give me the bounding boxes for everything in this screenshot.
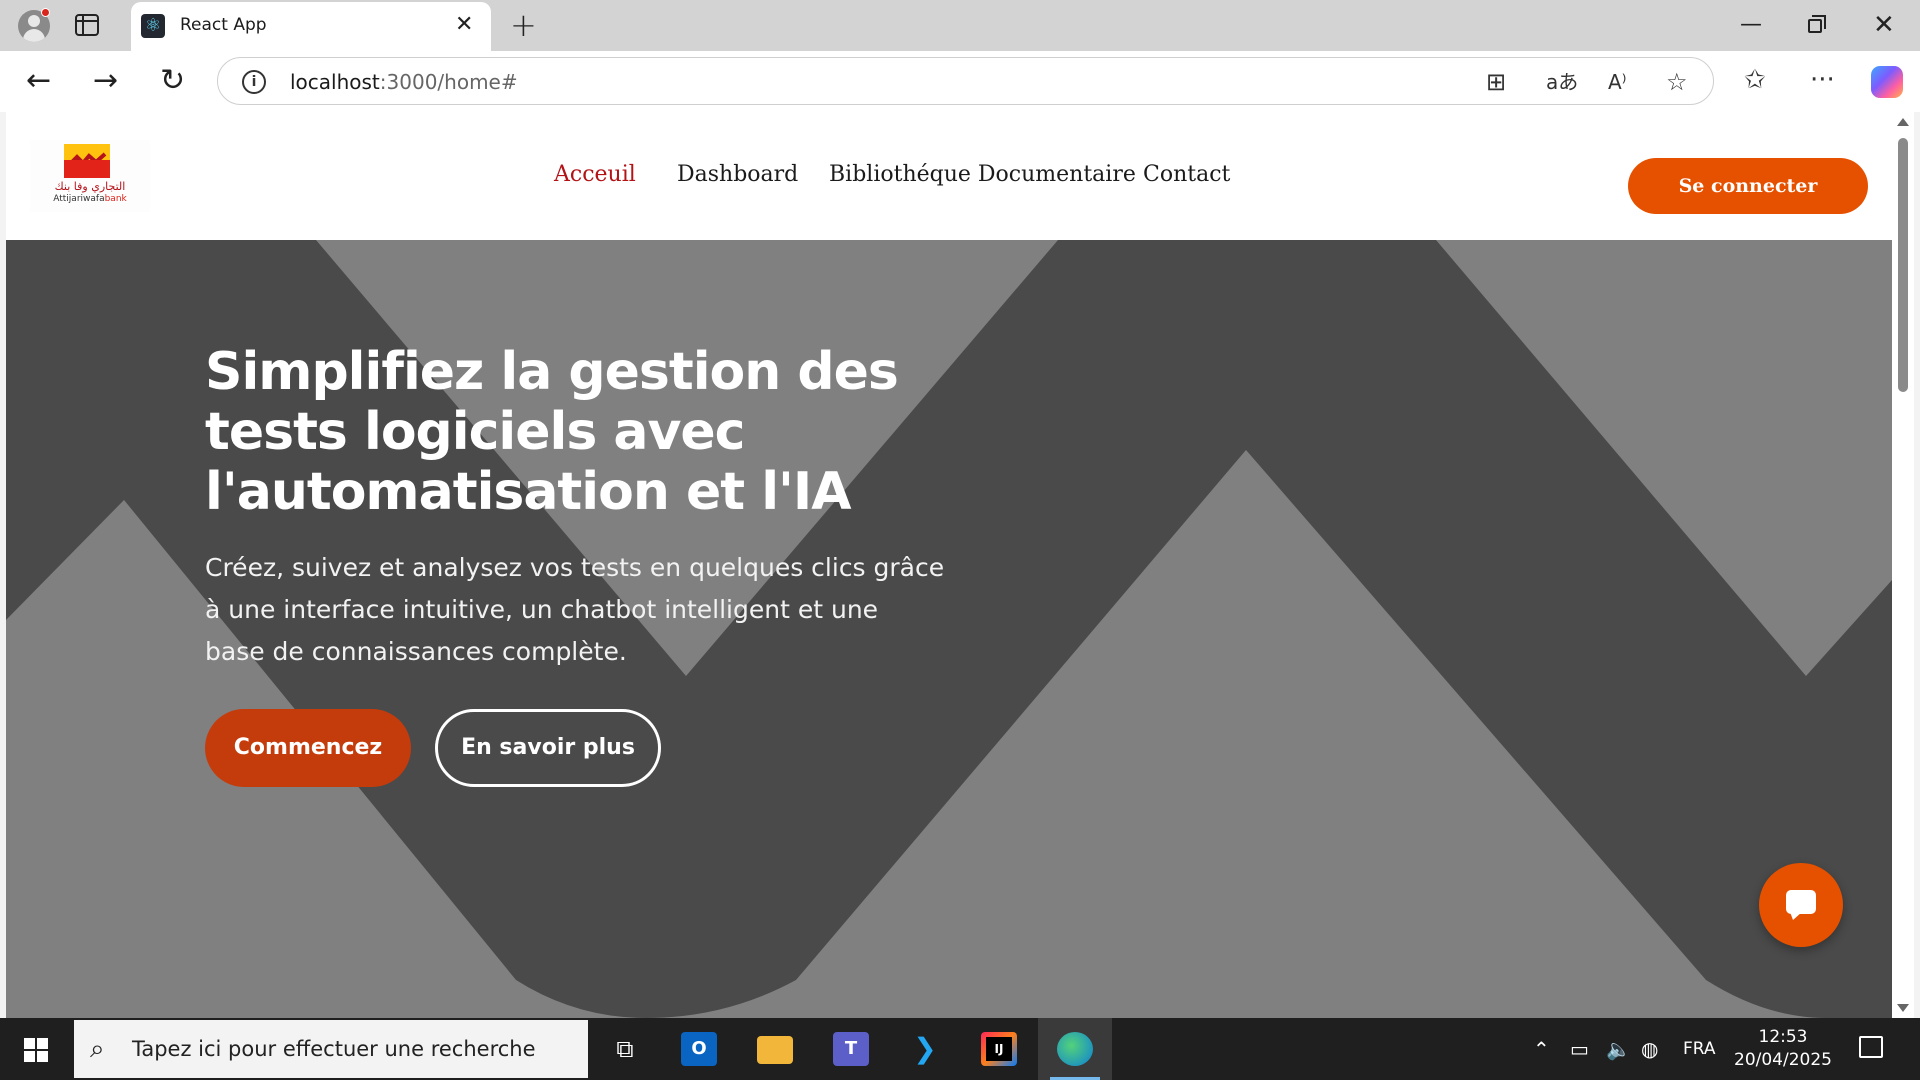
tab-title: React App [180, 15, 267, 35]
copilot-icon[interactable] [1871, 66, 1903, 98]
back-arrow-icon[interactable]: ← [26, 63, 51, 99]
react-favicon-icon: ⚛ [141, 14, 165, 38]
scroll-up-arrow-icon[interactable] [1897, 118, 1909, 126]
browser-tab-bar: ⚛ React App ✕ + — ✕ [0, 0, 1920, 51]
favorite-star-icon[interactable]: ☆ [1666, 68, 1688, 96]
chat-bubble-icon [1786, 890, 1816, 920]
hero-subtitle: Créez, suivez et analysez vos tests en q… [205, 553, 945, 666]
outlook-icon[interactable]: O [662, 1018, 736, 1080]
get-started-button[interactable]: Commencez [205, 709, 411, 787]
nav-link-acceuil[interactable]: Acceuil [554, 160, 636, 190]
browser-toolbar: ← → ↻ i localhost:3000/home# ⊞ aあ A⁾ ☆ ✩… [0, 51, 1920, 112]
address-url[interactable]: localhost:3000/home# [290, 70, 518, 94]
site-header: التجاري وفا بنك Attijariwafabank Acceuil… [6, 112, 1892, 240]
new-tab-button[interactable]: + [510, 8, 537, 42]
task-view-icon[interactable]: ⧉ [588, 1018, 662, 1080]
scroll-down-arrow-icon[interactable] [1897, 1004, 1909, 1012]
read-aloud-icon[interactable]: A⁾ [1608, 68, 1627, 96]
search-icon: ⌕ [90, 1034, 105, 1064]
nav-link-contact[interactable]: Contact [1143, 160, 1230, 190]
window-close-button[interactable]: ✕ [1873, 10, 1895, 40]
notifications-icon[interactable] [1859, 1036, 1883, 1058]
volume-icon[interactable]: 🔈 [1606, 1036, 1631, 1062]
edge-icon[interactable] [1038, 1018, 1112, 1080]
windows-start-icon[interactable] [24, 1038, 48, 1062]
vscode-icon[interactable]: ❯ [888, 1018, 962, 1080]
address-bar[interactable]: i localhost:3000/home# ⊞ aあ A⁾ ☆ [217, 57, 1714, 105]
intellij-icon[interactable]: IJ [962, 1018, 1036, 1080]
taskbar-search-box[interactable]: ⌕ Tapez ici pour effectuer une recherche [74, 1020, 588, 1078]
main-navigation: Acceuil Dashboard Bibliothéque Documenta… [6, 160, 1892, 194]
file-explorer-icon[interactable] [738, 1018, 812, 1080]
forward-arrow-icon[interactable]: → [93, 63, 118, 99]
hero-section: Simplifiez la gestion des tests logiciel… [6, 240, 1892, 1018]
taskbar-clock[interactable]: 12:53 20/04/2025 [1728, 1026, 1838, 1072]
windows-taskbar: ⌕ Tapez ici pour effectuer une recherche… [0, 1018, 1920, 1080]
tab-actions-icon[interactable] [75, 14, 99, 36]
page-viewport: التجاري وفا بنك Attijariwafabank Acceuil… [6, 112, 1892, 1018]
nav-link-bibliotheque[interactable]: Bibliothéque Documentaire [829, 160, 1136, 190]
login-button[interactable]: Se connecter [1628, 158, 1868, 214]
scroll-thumb[interactable] [1898, 138, 1908, 392]
clock-time: 12:53 [1758, 1027, 1808, 1047]
translate-icon[interactable]: aあ [1546, 68, 1578, 96]
window-minimize-button[interactable]: — [1740, 12, 1762, 37]
teams-icon[interactable]: T [814, 1018, 888, 1080]
language-indicator[interactable]: FRA [1683, 1036, 1716, 1062]
logo-name-text: Attijariwafabank [53, 194, 127, 204]
app-available-icon[interactable]: ⊞ [1486, 68, 1506, 96]
favorites-icon[interactable]: ✩ [1744, 65, 1766, 95]
page-scrollbar[interactable] [1892, 112, 1914, 1018]
battery-icon[interactable]: ▭ [1570, 1036, 1589, 1062]
taskbar-search-placeholder: Tapez ici pour effectuer une recherche [132, 1037, 536, 1061]
show-hidden-icons-chevron-icon[interactable]: ⌃ [1533, 1036, 1550, 1062]
network-globe-icon[interactable]: ◍ [1641, 1036, 1658, 1062]
window-restore-button[interactable] [1808, 15, 1826, 33]
hero-title: Simplifiez la gestion des tests logiciel… [205, 342, 899, 522]
learn-more-button[interactable]: En savoir plus [435, 709, 661, 787]
tab-close-icon[interactable]: ✕ [455, 12, 473, 38]
profile-notification-dot [41, 8, 50, 17]
nav-link-dashboard[interactable]: Dashboard [677, 160, 798, 190]
site-info-icon[interactable]: i [242, 70, 266, 94]
chatbot-button[interactable] [1759, 863, 1843, 947]
more-options-icon[interactable]: ··· [1810, 65, 1835, 95]
refresh-icon[interactable]: ↻ [160, 63, 185, 99]
clock-date: 20/04/2025 [1734, 1050, 1832, 1070]
